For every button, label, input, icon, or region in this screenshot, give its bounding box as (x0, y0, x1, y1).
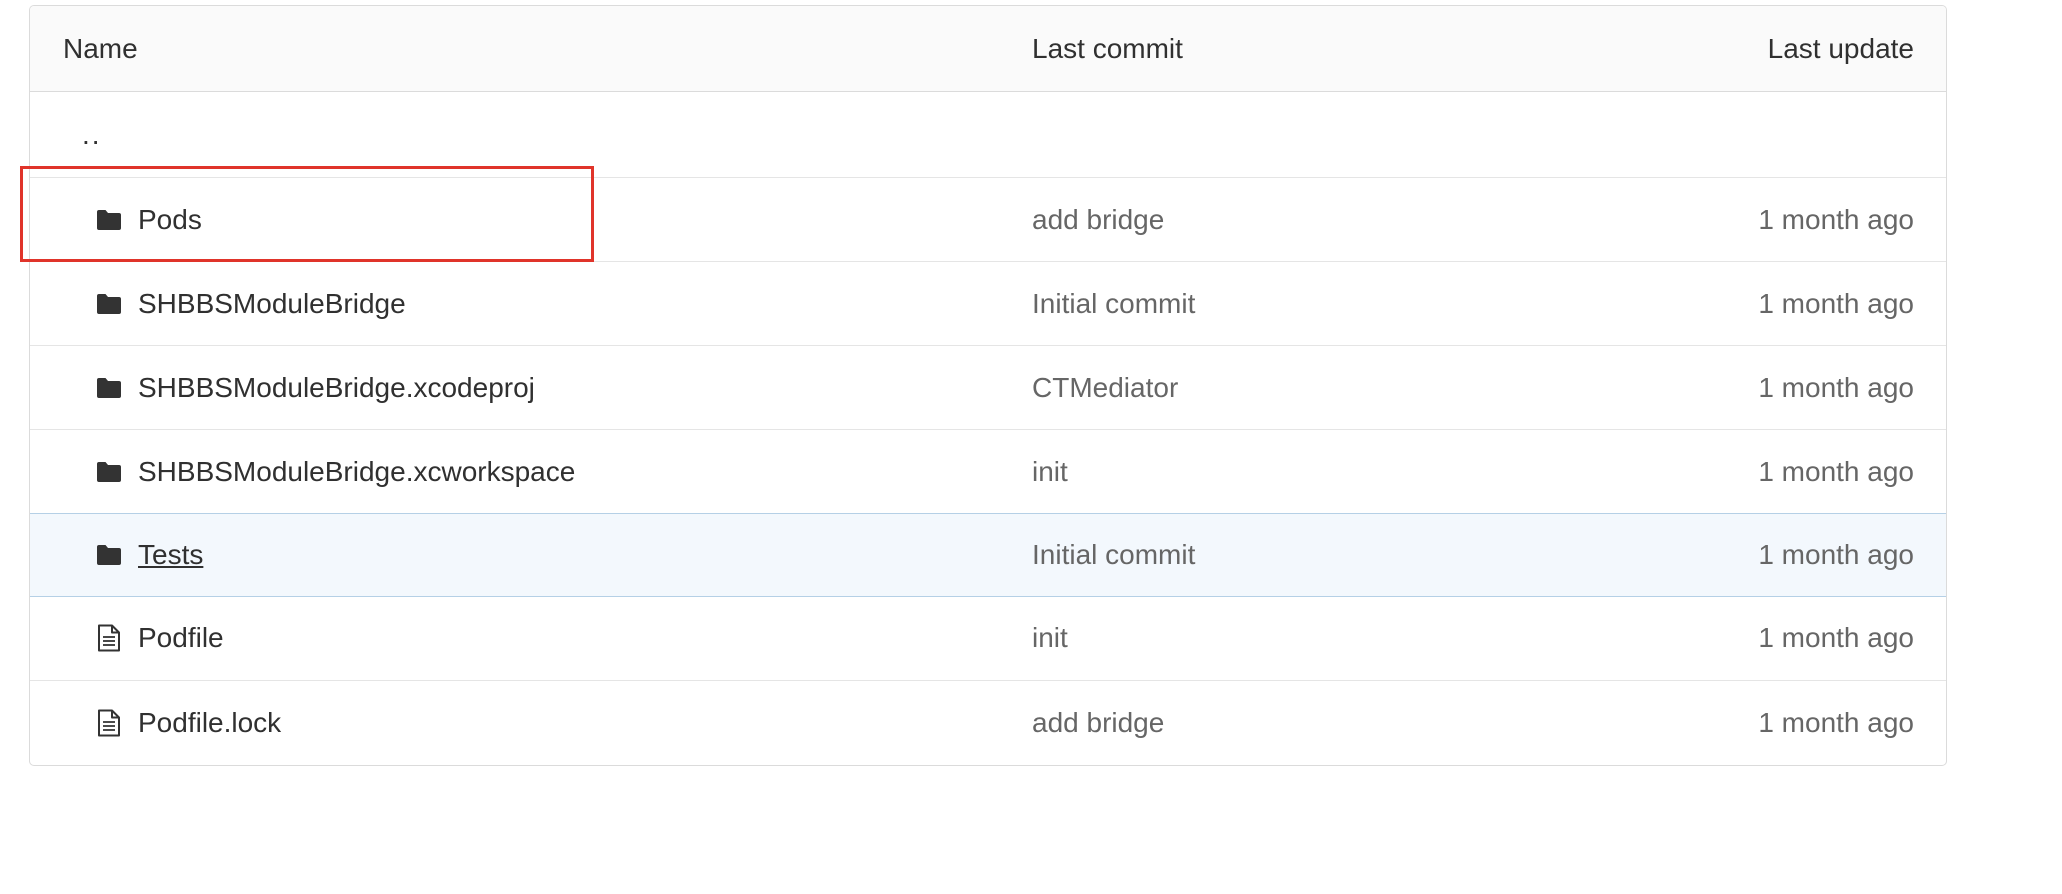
last-update-time: 1 month ago (1758, 706, 1914, 738)
last-update-time: 1 month ago (1758, 455, 1914, 487)
file-tree-table: Name Last commit Last update .. Pods add… (29, 5, 1947, 766)
commit-message-link[interactable]: init (1032, 622, 1068, 654)
folder-icon (96, 375, 122, 401)
last-update-time: 1 month ago (1758, 371, 1914, 403)
folder-icon (96, 459, 122, 485)
entry-name-link[interactable]: Podfile (138, 622, 224, 654)
table-row[interactable]: Pods add bridge 1 month ago (30, 178, 1946, 262)
file-icon (96, 624, 122, 652)
table-row[interactable]: SHBBSModuleBridge.xcworkspace init 1 mon… (30, 430, 1946, 514)
last-update-time: 1 month ago (1758, 203, 1914, 235)
entry-name-link[interactable]: SHBBSModuleBridge.xcworkspace (138, 456, 575, 488)
folder-icon (96, 291, 122, 317)
entry-name-link[interactable]: SHBBSModuleBridge.xcodeproj (138, 372, 535, 404)
last-update-time: 1 month ago (1758, 622, 1914, 653)
commit-message-link[interactable]: CTMediator (1032, 372, 1178, 404)
file-icon (96, 709, 122, 736)
commit-message-link[interactable]: Initial commit (1032, 539, 1195, 571)
table-row[interactable]: Podfile init 1 month ago (30, 597, 1946, 681)
table-header: Name Last commit Last update (30, 6, 1946, 92)
last-update-time: 1 month ago (1758, 538, 1914, 570)
entry-name-link[interactable]: Tests (138, 539, 203, 571)
table-row[interactable]: Podfile.lock add bridge 1 month ago (30, 681, 1946, 765)
header-last-commit: Last commit (1032, 32, 1183, 64)
table-row[interactable]: SHBBSModuleBridge Initial commit 1 month… (30, 262, 1946, 346)
commit-message-link[interactable]: init (1032, 456, 1068, 488)
entry-name-link[interactable]: Podfile.lock (138, 707, 281, 739)
folder-icon (96, 207, 122, 233)
folder-icon (96, 542, 122, 568)
header-last-update: Last update (1767, 32, 1914, 64)
commit-message-link[interactable]: add bridge (1032, 204, 1164, 236)
parent-directory-row[interactable]: .. (30, 92, 1946, 178)
table-row[interactable]: Tests Initial commit 1 month ago (30, 512, 1946, 597)
commit-message-link[interactable]: Initial commit (1032, 288, 1195, 320)
commit-message-link[interactable]: add bridge (1032, 707, 1164, 739)
entry-name-link[interactable]: SHBBSModuleBridge (138, 288, 406, 320)
table-row[interactable]: SHBBSModuleBridge.xcodeproj CTMediator 1… (30, 346, 1946, 430)
header-name[interactable]: Name (30, 33, 1032, 65)
parent-directory-link[interactable]: .. (30, 119, 102, 151)
last-update-time: 1 month ago (1758, 287, 1914, 319)
entry-name-link[interactable]: Pods (138, 204, 202, 236)
